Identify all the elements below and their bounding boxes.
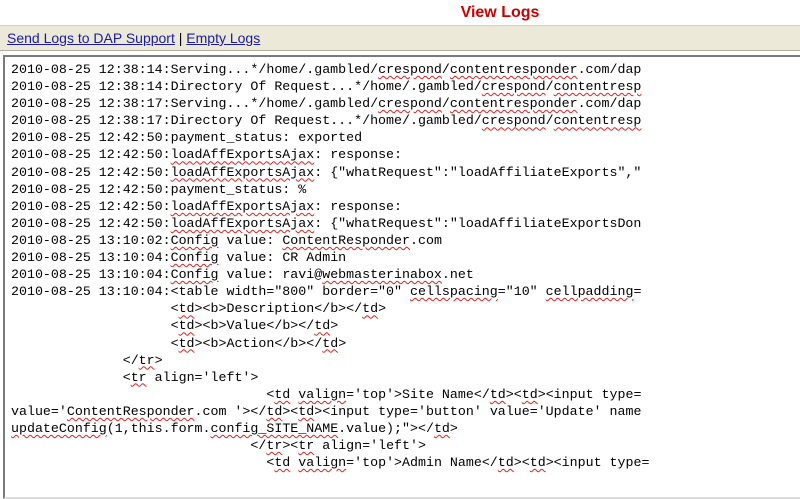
log-line: 2010-08-25 12:42:50:loadAffExportsAjax: … <box>11 198 403 214</box>
log-line: 2010-08-25 12:38:17:Directory Of Request… <box>11 113 642 129</box>
log-line: 2010-08-25 13:10:04:Config value: ravi@w… <box>11 267 474 283</box>
log-line: 2010-08-25 12:42:50:payment_status: expo… <box>11 130 363 146</box>
log-line: 2010-08-25 12:42:50:loadAffExportsAjax: … <box>11 164 642 180</box>
log-line: 2010-08-25 13:10:04:<table width="800" b… <box>11 284 642 300</box>
log-line: 2010-08-25 12:42:50:loadAffExportsAjax: … <box>11 215 642 231</box>
log-line: <td><b>Action</b></td> <box>11 335 347 351</box>
log-line: 2010-08-25 12:38:14:Serving...*/home/.ga… <box>11 62 642 77</box>
log-line: <td valign='top'>Site Name</td><td><inpu… <box>11 386 642 402</box>
log-line: 2010-08-25 13:10:04:Config value: CR Adm… <box>11 250 347 266</box>
log-line: <td><b>Description</b></td> <box>11 301 387 317</box>
log-line: <tr align='left'> <box>11 369 259 385</box>
log-line: updateConfig(1,this.form.config_SITE_NAM… <box>11 420 458 436</box>
log-actions: Send Logs to DAP Support | Empty Logs <box>7 30 260 46</box>
send-logs-link[interactable]: Send Logs to DAP Support <box>7 30 175 46</box>
log-line: 2010-08-25 12:38:14:Directory Of Request… <box>11 79 642 95</box>
log-line: 2010-08-25 12:38:17:Serving...*/home/.ga… <box>11 96 642 112</box>
page-title: View Logs <box>460 4 540 21</box>
log-content: 2010-08-25 12:38:14:Serving...*/home/.ga… <box>5 57 800 471</box>
log-line: value='ContentResponder.com '></td><td><… <box>11 403 642 419</box>
link-separator: | <box>178 30 183 46</box>
log-line: 2010-08-25 13:10:02:Config value: Conten… <box>11 232 442 248</box>
empty-logs-link[interactable]: Empty Logs <box>186 30 260 46</box>
log-line: <td><b>Value</b></td> <box>11 318 339 334</box>
log-line: </tr><tr align='left'> <box>11 438 426 454</box>
log-line: 2010-08-25 12:42:50:loadAffExportsAjax: … <box>11 147 403 163</box>
log-textarea[interactable]: 2010-08-25 12:38:14:Serving...*/home/.ga… <box>3 55 800 499</box>
log-line: </tr> <box>11 352 163 368</box>
log-line: <td valign='top'>Admin Name</td><td><inp… <box>11 455 650 471</box>
log-line: 2010-08-25 12:42:50:payment_status: % <box>11 181 307 197</box>
